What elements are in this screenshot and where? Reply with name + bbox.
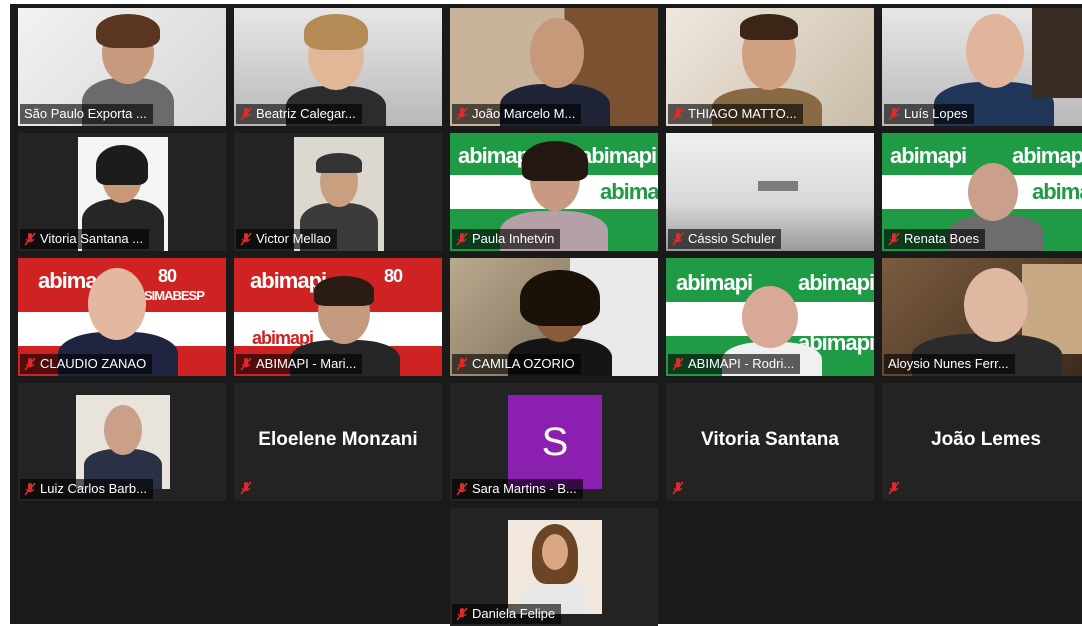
participant-tile[interactable]: S Sara Martins - B...	[450, 383, 658, 501]
participant-name-label: Beatriz Calegar...	[236, 104, 362, 124]
participant-tile[interactable]: Beatriz Calegar...	[234, 8, 442, 126]
participant-name: João Marcelo M...	[472, 106, 576, 121]
participant-tile-no-video[interactable]: Vitoria Santana	[666, 383, 874, 501]
mic-muted-icon	[24, 232, 36, 246]
avatar: S	[508, 395, 602, 489]
mic-muted-icon	[456, 107, 468, 121]
participant-tile-no-video[interactable]: Eloelene Monzani	[234, 383, 442, 501]
participant-name-label: Paula Inhetvin	[452, 229, 561, 249]
participant-name: Victor Mellao	[256, 231, 331, 246]
participant-name-label: ABIMAPI - Mari...	[236, 354, 363, 374]
participant-tile[interactable]: Luiz Carlos Barb...	[18, 383, 226, 501]
mic-muted-icon	[240, 357, 252, 371]
participant-display-name: Vitoria Santana	[701, 429, 839, 450]
participant-name: Vitoria Santana ...	[40, 231, 144, 246]
participant-tile[interactable]: Vitoria Santana ...	[18, 133, 226, 251]
participant-tile[interactable]: Cássio Schuler	[666, 133, 874, 251]
participant-name: Sara Martins - B...	[472, 481, 577, 496]
mic-muted-icon	[456, 357, 468, 371]
participant-tile-active-speaker[interactable]: Aloysio Nunes Ferr...	[882, 258, 1082, 376]
participant-name-label: Victor Mellao	[236, 229, 337, 249]
participant-tile[interactable]: Daniela Felipe	[450, 508, 658, 626]
participant-display-name: João Lemes	[931, 429, 1041, 450]
mic-muted-icon	[888, 232, 900, 246]
participant-name: Cássio Schuler	[688, 231, 776, 246]
participant-name-label: Cássio Schuler	[668, 229, 782, 249]
participant-name: Aloysio Nunes Ferr...	[888, 356, 1009, 371]
participant-tile[interactable]: abimapi abimapi abimapi Renata Boes	[882, 133, 1082, 251]
participant-name-label: Renata Boes	[884, 229, 986, 249]
participant-name-label: Luiz Carlos Barb...	[20, 479, 153, 499]
mic-muted-icon	[240, 232, 252, 246]
participant-tile[interactable]: São Paulo Exporta ...	[18, 8, 226, 126]
participant-name: São Paulo Exporta ...	[24, 106, 147, 121]
participant-name-label: ABIMAPI - Rodri...	[668, 354, 801, 374]
participant-name-label: Sara Martins - B...	[452, 479, 583, 499]
mic-muted-icon	[888, 481, 900, 495]
mic-muted-icon	[240, 481, 252, 495]
mic-muted-icon	[240, 107, 252, 121]
participant-name: CLAUDIO ZANAO	[40, 356, 147, 371]
participant-name: Daniela Felipe	[472, 606, 556, 621]
participant-name: Paula Inhetvin	[472, 231, 555, 246]
mic-muted-icon	[672, 232, 684, 246]
mic-muted-icon	[672, 481, 684, 495]
participant-name-label: THIAGO MATTO...	[668, 104, 803, 124]
mic-muted-icon	[672, 357, 684, 371]
participant-name-label: CAMILA OZORIO	[452, 354, 581, 374]
participant-name: Renata Boes	[904, 231, 980, 246]
participant-name-label: Daniela Felipe	[452, 604, 562, 624]
participant-name-label: Aloysio Nunes Ferr...	[884, 354, 1015, 374]
mic-muted-icon	[456, 607, 468, 621]
participant-name: Luiz Carlos Barb...	[40, 481, 147, 496]
participant-name: Beatriz Calegar...	[256, 106, 356, 121]
mic-muted-icon	[456, 232, 468, 246]
participant-name-label: Vitoria Santana ...	[20, 229, 150, 249]
participant-tile[interactable]: abimapi 80 SIMABESP CLAUDIO ZANAO	[18, 258, 226, 376]
participant-name: CAMILA OZORIO	[472, 356, 575, 371]
mic-muted-icon	[456, 482, 468, 496]
video-gallery: São Paulo Exporta ... Beatriz Calegar...…	[10, 4, 1082, 626]
participant-name: ABIMAPI - Rodri...	[688, 356, 795, 371]
participant-video	[76, 395, 170, 489]
participant-tile[interactable]: Luís Lopes	[882, 8, 1082, 126]
participant-name: ABIMAPI - Mari...	[256, 356, 357, 371]
participant-display-name: Eloelene Monzani	[258, 429, 418, 450]
participant-tile[interactable]: abimapi abimapi abimapi Paula Inhetvin	[450, 133, 658, 251]
participant-tile[interactable]: João Marcelo M...	[450, 8, 658, 126]
participant-tile[interactable]: THIAGO MATTO...	[666, 8, 874, 126]
participant-tile[interactable]: CAMILA OZORIO	[450, 258, 658, 376]
mic-muted-icon	[24, 482, 36, 496]
participant-tile-no-video[interactable]: João Lemes	[882, 383, 1082, 501]
participant-name-label: João Marcelo M...	[452, 104, 582, 124]
mic-muted-icon	[672, 107, 684, 121]
participant-tile[interactable]: Victor Mellao	[234, 133, 442, 251]
participant-name-label: São Paulo Exporta ...	[20, 104, 153, 124]
participant-name: Luís Lopes	[904, 106, 968, 121]
mic-muted-icon	[24, 357, 36, 371]
participant-name-label: CLAUDIO ZANAO	[20, 354, 153, 374]
participant-tile[interactable]: abimapi 80 abimapi ABIMAPI - Mari...	[234, 258, 442, 376]
mic-muted-icon	[888, 107, 900, 121]
participant-name-label: Luís Lopes	[884, 104, 974, 124]
participant-video	[508, 520, 602, 614]
participant-tile[interactable]: abimapi abimapi abimapi ABIMAPI - Rodri.…	[666, 258, 874, 376]
participant-name: THIAGO MATTO...	[688, 106, 797, 121]
